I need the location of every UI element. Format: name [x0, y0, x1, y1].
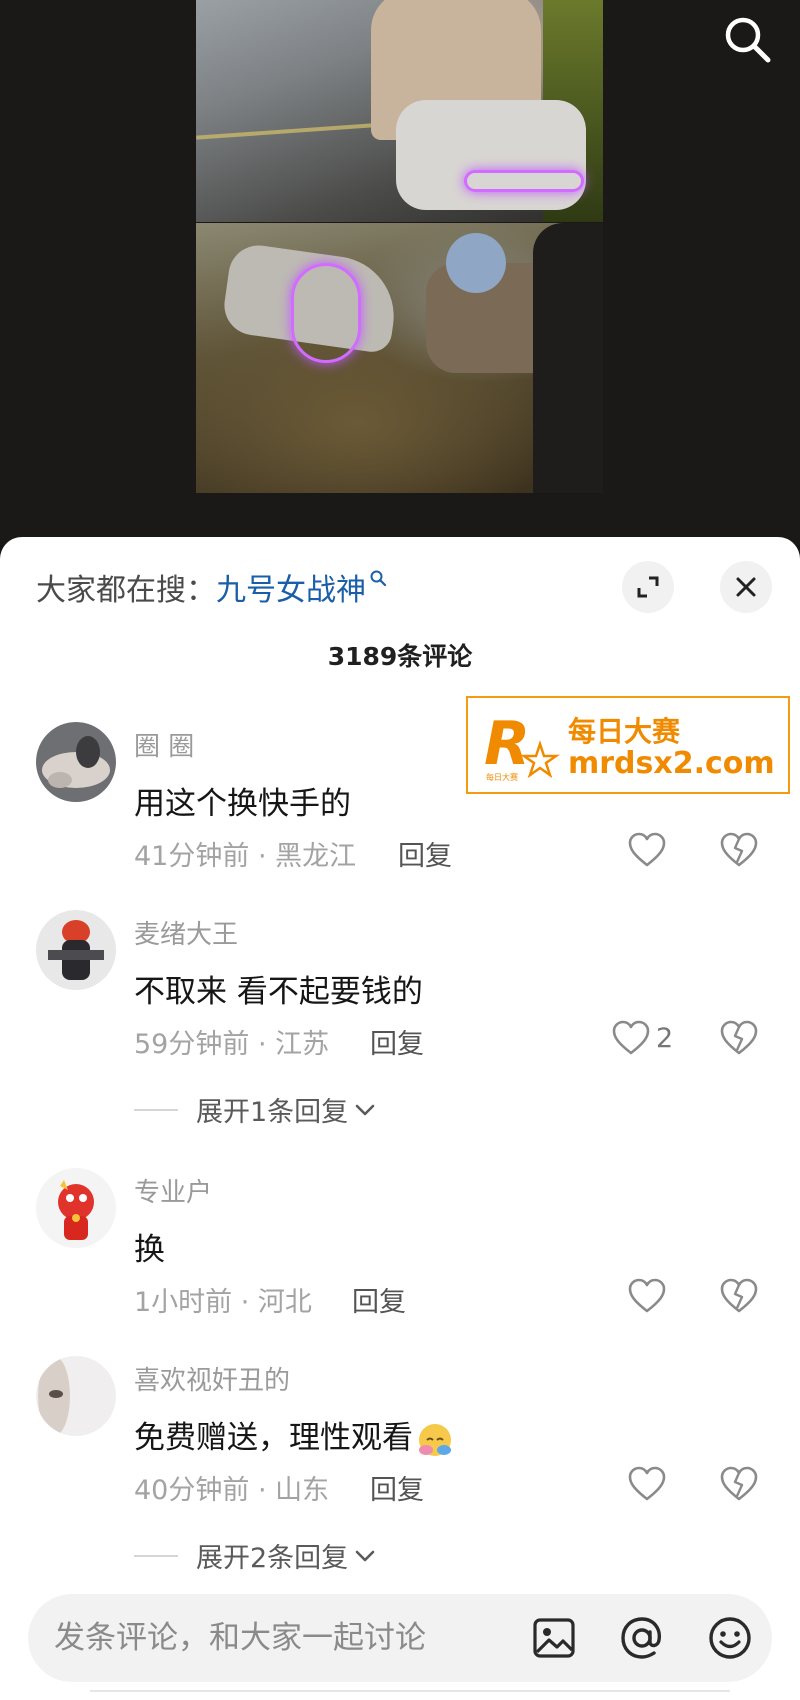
comment-input-bar: [28, 1594, 772, 1682]
svg-text:R: R: [484, 709, 530, 779]
at-icon: [621, 1617, 661, 1659]
broken-heart-icon: [720, 1020, 758, 1055]
bottom-divider: [90, 1690, 730, 1700]
comment-count: 3189条评论: [327, 642, 473, 671]
heart-icon: [628, 832, 666, 867]
search-icon: [725, 17, 771, 63]
watermark: R 每日大赛 每日大赛 mrdsx2.com: [466, 696, 790, 794]
comment-text: 换: [134, 1232, 165, 1268]
avatar[interactable]: [36, 910, 116, 990]
comment-text: 用这个换快手的: [134, 786, 351, 822]
broken-heart-icon: [720, 1278, 758, 1313]
emoji-icon: [709, 1617, 751, 1659]
like-button[interactable]: 2: [612, 1020, 673, 1056]
comment-item: 专业户 换 1小时前 · 河北 回复: [36, 1168, 776, 1328]
watermark-name: 每日大赛: [568, 715, 681, 748]
reply-button[interactable]: 回复: [398, 834, 452, 873]
image-button[interactable]: [530, 1614, 578, 1662]
username[interactable]: 圈 圈: [134, 726, 194, 763]
close-icon: [736, 577, 756, 597]
comment-text: 免费赠送，理性观看: [134, 1412, 455, 1460]
chevron-down-icon: [355, 1104, 375, 1115]
expand-replies-button[interactable]: 展开1条回复: [134, 1090, 378, 1129]
broken-heart-icon: [720, 1466, 758, 1501]
image-icon: [533, 1618, 575, 1658]
chevron-down-icon: [355, 1550, 375, 1561]
hot-search-label: 大家都在搜：: [36, 573, 216, 608]
comment-meta: 59分钟前 · 江苏: [134, 1029, 330, 1060]
hot-search[interactable]: 大家都在搜： 九号女战神: [36, 565, 387, 609]
expand-replies-label: 展开2条回复: [196, 1543, 349, 1574]
comment-meta: 40分钟前 · 山东: [134, 1475, 330, 1506]
like-button[interactable]: [628, 1466, 666, 1502]
username[interactable]: 喜欢视奸丑的: [134, 1360, 290, 1397]
search-button[interactable]: [722, 14, 774, 66]
like-button[interactable]: [628, 1278, 666, 1314]
watermark-url: mrdsx2.com: [568, 746, 775, 781]
expand-icon: [637, 576, 659, 598]
video-frame-bottom: [196, 223, 603, 493]
expand-button[interactable]: [622, 561, 674, 613]
comment-meta: 41分钟前 · 黑龙江: [134, 841, 357, 872]
heart-icon: [628, 1278, 666, 1313]
watermark-logo: R 每日大赛: [484, 709, 560, 782]
username[interactable]: 专业户: [134, 1172, 212, 1209]
video-frame-top: [196, 0, 603, 222]
username[interactable]: 麦绪大王: [134, 914, 238, 951]
comment-text: 不取来 看不起要钱的: [134, 974, 423, 1010]
mention-button[interactable]: [618, 1614, 666, 1662]
search-small-icon: [370, 570, 387, 587]
reply-button[interactable]: 回复: [370, 1022, 424, 1061]
hot-search-term[interactable]: 九号女战神: [216, 565, 366, 609]
avatar[interactable]: [36, 722, 116, 802]
dislike-button[interactable]: [720, 1278, 758, 1318]
expand-replies-button[interactable]: 展开2条回复: [134, 1536, 378, 1575]
video-player[interactable]: [0, 0, 800, 545]
reply-button[interactable]: 回复: [370, 1468, 424, 1507]
hug-emoji-icon: [419, 1423, 451, 1456]
comment-input[interactable]: [54, 1594, 524, 1682]
emoji-button[interactable]: [706, 1614, 754, 1662]
reply-button[interactable]: 回复: [352, 1280, 406, 1319]
dislike-button[interactable]: [720, 832, 758, 872]
heart-icon: [612, 1020, 650, 1055]
avatar[interactable]: [36, 1356, 116, 1436]
comment-item: 喜欢视奸丑的 免费赠送，理性观看 40分钟前 · 山东 回复 展开2条回复: [36, 1356, 776, 1576]
dislike-button[interactable]: [720, 1020, 758, 1060]
like-button[interactable]: [628, 832, 666, 868]
svg-text:每日大赛: 每日大赛: [486, 772, 518, 782]
heart-icon: [628, 1466, 666, 1501]
close-button[interactable]: [720, 561, 772, 613]
like-count: 2: [656, 1022, 674, 1054]
broken-heart-icon: [720, 832, 758, 867]
avatar[interactable]: [36, 1168, 116, 1248]
expand-replies-label: 展开1条回复: [196, 1097, 349, 1128]
comment-meta: 1小时前 · 河北: [134, 1287, 312, 1318]
dislike-button[interactable]: [720, 1466, 758, 1506]
comment-item: 麦绪大王 不取来 看不起要钱的 59分钟前 · 江苏 回复 2 展开1条回复: [36, 910, 776, 1130]
